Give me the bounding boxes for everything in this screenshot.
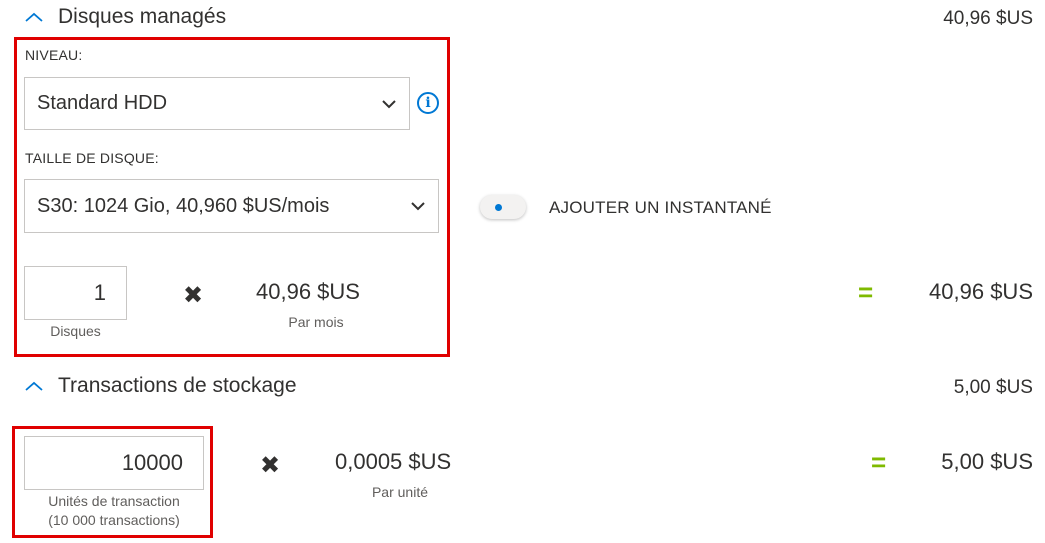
equals-sign: = <box>871 447 887 477</box>
snapshot-toggle[interactable] <box>480 195 526 219</box>
disk-unit-price: 40,96 $US <box>256 279 360 304</box>
toggle-knob <box>495 204 502 211</box>
multiply-sign: ✖ <box>260 452 281 479</box>
managed-disks-total: 40,96 $US <box>943 8 1033 29</box>
equals-sign: = <box>858 277 874 307</box>
transactions-units-label: Unités de transaction <box>48 493 180 509</box>
chevron-down-icon <box>382 99 396 108</box>
disks-quantity-input[interactable]: 1 <box>24 266 127 320</box>
chevron-up-icon[interactable] <box>22 10 46 24</box>
chevron-down-icon <box>411 202 425 211</box>
transactions-quantity-input[interactable]: 10000 <box>24 436 204 490</box>
section-title-managed-disks: Disques managés <box>58 5 227 28</box>
transactions-count-label: (10 000 transactions) <box>48 512 180 528</box>
snapshot-label: AJOUTER UN INSTANTANÉ <box>549 198 772 217</box>
tier-label: NIVEAU: <box>25 47 83 63</box>
disk-size-select[interactable]: S30: 1024 Gio, 40,960 $US/mois <box>24 179 439 233</box>
transactions-line-total: 5,00 $US <box>941 449 1033 474</box>
tier-select[interactable]: Standard HDD <box>24 77 410 130</box>
info-icon[interactable]: i <box>417 92 439 114</box>
disks-line-total: 40,96 $US <box>929 279 1033 304</box>
transaction-unit-price-period: Par unité <box>371 484 429 500</box>
tier-select-value: Standard HDD <box>37 92 168 114</box>
managed-disks-header[interactable]: Disques managés <box>22 5 226 29</box>
storage-transactions-total: 5,00 $US <box>953 377 1033 398</box>
transaction-unit-price: 0,0005 $US <box>335 449 452 474</box>
chevron-up-icon[interactable] <box>22 379 46 393</box>
disk-unit-price-period: Par mois <box>288 314 344 330</box>
disks-quantity-label: Disques <box>50 323 101 339</box>
multiply-sign: ✖ <box>183 282 204 309</box>
transactions-quantity-label: Unités de transaction (10 000 transactio… <box>20 492 208 530</box>
disk-size-select-value: S30: 1024 Gio, 40,960 $US/mois <box>37 194 330 217</box>
storage-transactions-header[interactable]: Transactions de stockage <box>22 374 297 398</box>
disk-size-label: TAILLE DE DISQUE: <box>25 150 159 166</box>
section-title-storage-transactions: Transactions de stockage <box>58 374 297 397</box>
